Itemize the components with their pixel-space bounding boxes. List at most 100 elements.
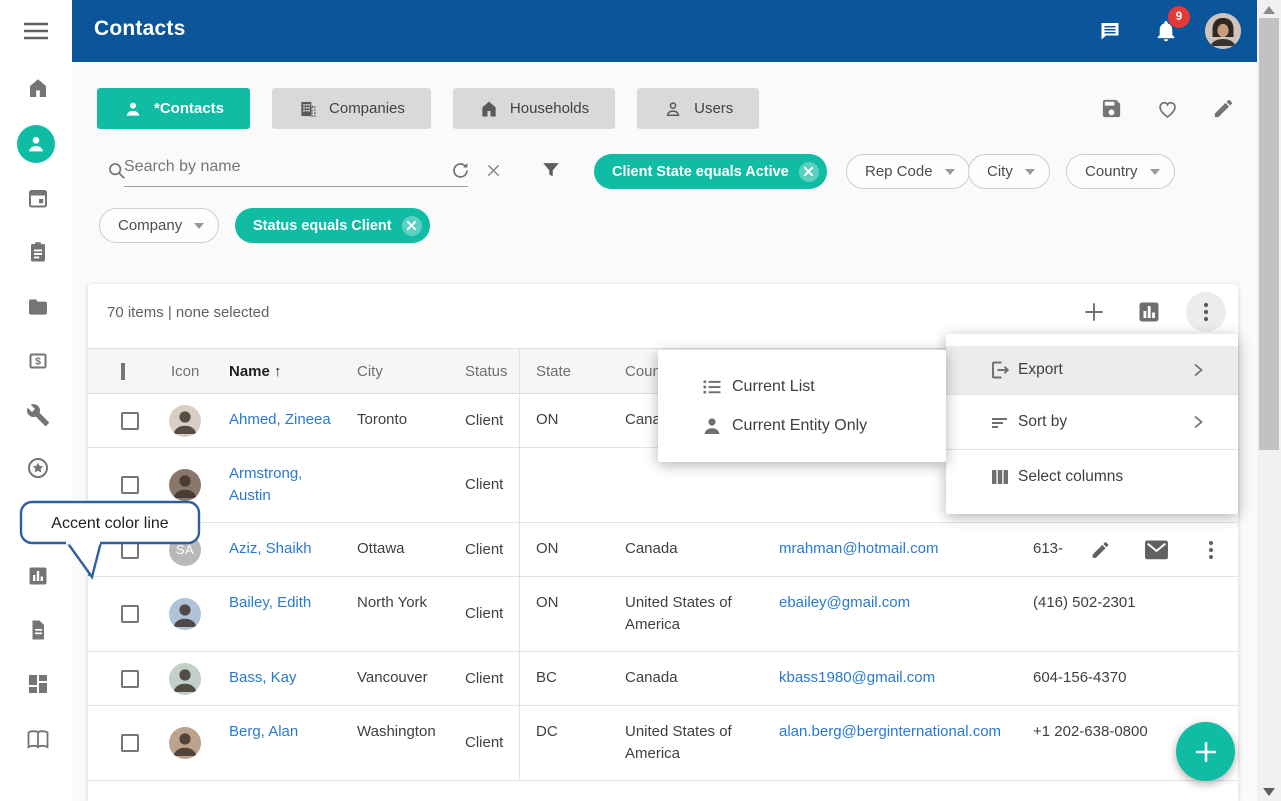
add-contact-fab[interactable] <box>1176 722 1235 781</box>
row-checkbox[interactable] <box>121 670 139 688</box>
clear-search-icon[interactable] <box>484 161 503 180</box>
table-row[interactable]: Bailey, Edith North York Client ON Unite… <box>88 577 1238 652</box>
scroll-down-icon[interactable] <box>1263 788 1275 796</box>
sidebar-item-tasks[interactable] <box>24 232 52 272</box>
row-checkbox[interactable] <box>121 412 139 430</box>
table-row[interactable]: Bass, Kay Vancouver Client BC Canada kba… <box>88 652 1238 706</box>
state-cell: ON <box>520 577 617 651</box>
person-outline-icon <box>663 99 683 119</box>
favorite-button[interactable] <box>1156 97 1179 120</box>
search-underline <box>124 186 468 187</box>
clipboard-icon <box>26 240 50 264</box>
menu-item-select-columns[interactable]: Select columns <box>946 449 1238 504</box>
avatar <box>169 663 201 695</box>
email-link[interactable]: alan.berg@berginternational.com <box>779 723 1001 740</box>
scrollbar[interactable] <box>1257 0 1281 801</box>
row-checkbox[interactable] <box>121 734 139 752</box>
filter-dropdown-city[interactable]: City <box>968 154 1050 189</box>
submenu-item-current-entity-only[interactable]: Current Entity Only <box>658 406 946 445</box>
row-email-button[interactable] <box>1144 539 1169 560</box>
status-cell: Client <box>449 577 520 651</box>
select-all-checkbox[interactable] <box>121 363 125 380</box>
city-cell: Ottawa <box>344 523 449 576</box>
email-link[interactable]: kbass1980@gmail.com <box>779 669 935 686</box>
contact-name-link[interactable]: Aziz, Shaikh <box>229 540 312 557</box>
sidebar-item-documents[interactable] <box>24 610 52 650</box>
contact-name-link[interactable]: Ahmed, Zineea <box>229 411 331 428</box>
email-link[interactable]: ebailey@gmail.com <box>779 594 910 611</box>
filter-chip-status[interactable]: Status equals Client <box>235 208 430 243</box>
filter-icon[interactable] <box>540 159 562 181</box>
sidebar: $ <box>0 0 72 801</box>
contact-name-link[interactable]: Berg, Alan <box>229 723 298 740</box>
sidebar-item-favorites[interactable] <box>24 448 52 488</box>
row-more-button[interactable] <box>1202 539 1220 561</box>
row-checkbox[interactable] <box>121 476 139 494</box>
table-row[interactable]: Berg, Alan Washington Client DC United S… <box>88 706 1238 781</box>
submenu-item-current-list[interactable]: Current List <box>658 367 946 406</box>
column-header-name[interactable]: Name ↑ <box>221 363 344 380</box>
column-header-status[interactable]: Status <box>449 349 520 393</box>
country-cell: United States of America <box>617 577 765 651</box>
sidebar-item-billing[interactable]: $ <box>24 341 52 381</box>
refresh-icon[interactable] <box>450 160 471 181</box>
edit-button[interactable] <box>1212 97 1235 120</box>
remove-filter-icon[interactable] <box>799 162 819 182</box>
avatar <box>169 598 201 630</box>
export-icon <box>988 358 1012 382</box>
contact-name-link[interactable]: Armstrong, Austin <box>229 465 302 504</box>
table-row[interactable]: SA Aziz, Shaikh Ottawa Client ON Canada … <box>88 523 1238 577</box>
sidebar-item-tools[interactable] <box>24 395 52 435</box>
sidebar-item-files[interactable] <box>24 287 52 327</box>
column-header-state[interactable]: State <box>520 363 617 380</box>
tab-contacts[interactable]: *Contacts <box>97 88 250 129</box>
column-header-city[interactable]: City <box>344 363 449 380</box>
search-input[interactable] <box>124 158 444 176</box>
row-checkbox[interactable] <box>121 605 139 623</box>
state-cell: DC <box>520 706 617 780</box>
column-header-icon[interactable]: Icon <box>162 363 221 380</box>
contact-name-link[interactable]: Bailey, Edith <box>229 594 311 611</box>
scroll-up-icon[interactable] <box>1263 6 1275 14</box>
list-icon <box>700 375 724 399</box>
tab-users[interactable]: Users <box>637 88 759 129</box>
row-actions <box>1078 523 1238 576</box>
filter-chip-client-state[interactable]: Client State equals Active <box>594 154 827 189</box>
phone-cell: 604-156-4370 <box>1015 652 1238 705</box>
tab-companies[interactable]: Companies <box>272 88 431 129</box>
sidebar-item-library[interactable] <box>24 719 52 759</box>
contact-name-link[interactable]: Bass, Kay <box>229 669 297 686</box>
state-cell: BC <box>520 652 617 705</box>
filter-dropdown-rep-code[interactable]: Rep Code <box>846 154 970 189</box>
tab-households[interactable]: Households <box>453 88 615 129</box>
scrollbar-thumb[interactable] <box>1259 18 1279 450</box>
sidebar-item-calendar[interactable] <box>24 178 52 218</box>
menu-icon[interactable] <box>22 19 50 43</box>
callout-text: Accent color line <box>51 515 168 532</box>
chart-view-button[interactable] <box>1137 300 1161 324</box>
remove-filter-icon[interactable] <box>402 216 422 236</box>
user-avatar[interactable] <box>1205 13 1241 49</box>
list-more-button[interactable] <box>1186 292 1226 332</box>
filter-dropdown-country[interactable]: Country <box>1066 154 1175 189</box>
items-summary: 70 items | none selected <box>107 304 269 321</box>
row-edit-button[interactable] <box>1090 539 1111 560</box>
person-icon <box>700 414 724 438</box>
email-link[interactable]: mrahman@hotmail.com <box>779 540 938 557</box>
menu-item-export[interactable]: Export <box>946 346 1238 394</box>
sidebar-item-contacts[interactable] <box>17 125 55 163</box>
city-cell: North York <box>344 577 449 651</box>
menu-item-sort-by[interactable]: Sort by <box>946 394 1238 449</box>
add-item-button[interactable] <box>1082 300 1106 324</box>
home-icon <box>26 76 50 100</box>
save-button[interactable] <box>1100 97 1123 120</box>
chevron-down-icon <box>194 223 204 229</box>
filter-dropdown-company[interactable]: Company <box>99 208 219 243</box>
city-cell <box>344 448 449 522</box>
sidebar-item-dashboard[interactable] <box>24 664 52 704</box>
avatar <box>169 727 201 759</box>
avatar <box>169 469 201 501</box>
sidebar-item-home[interactable] <box>24 68 52 108</box>
chat-button[interactable] <box>1098 19 1122 43</box>
country-cell: United States of America <box>617 706 765 780</box>
